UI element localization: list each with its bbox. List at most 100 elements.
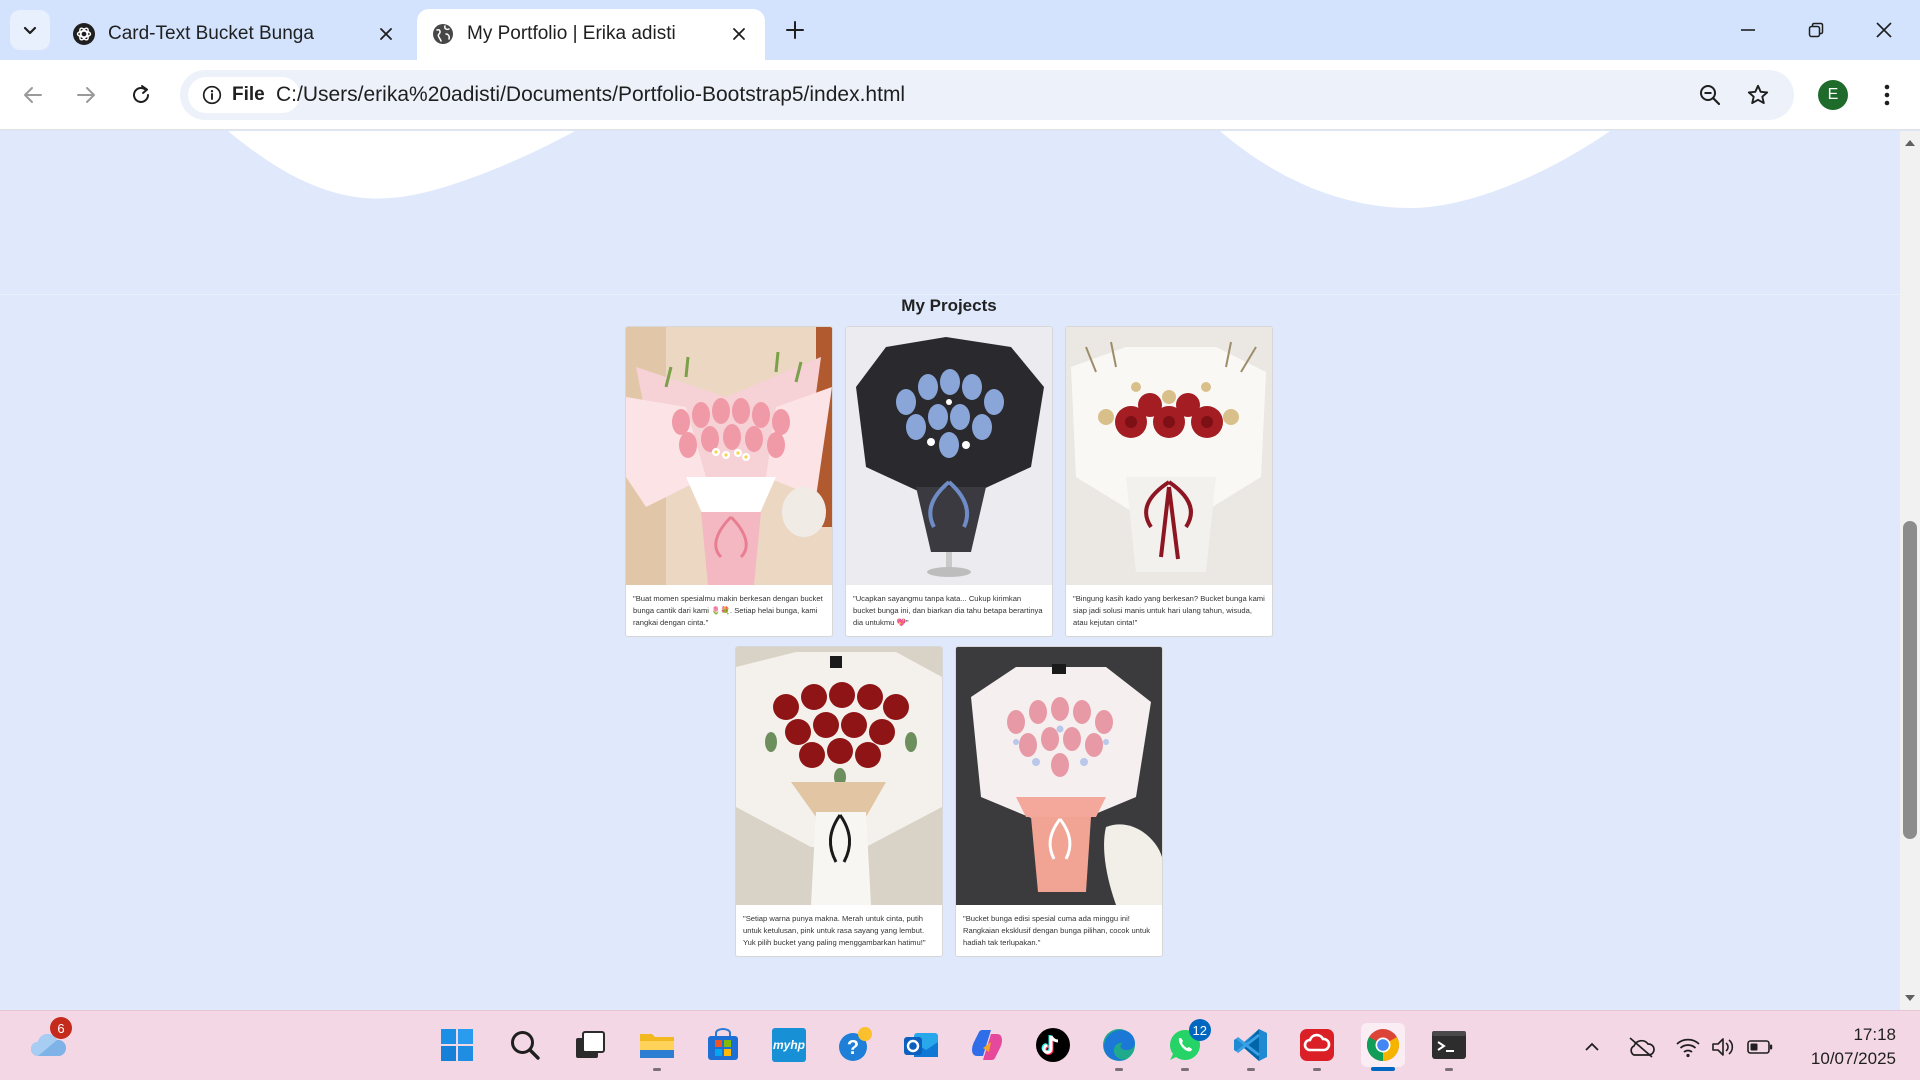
whatsapp-button[interactable]: 12 [1163,1019,1211,1071]
outlook-button[interactable] [899,1023,943,1067]
whatsapp-badge: 12 [1188,1019,1211,1041]
page-viewport: My Projects "Buat momen spesialmu makin … [0,131,1900,1010]
copilot-icon [972,1030,1002,1060]
project-card[interactable]: "Setiap warna punya makna. Merah untuk c… [735,646,943,957]
project-caption: "Buat momen spesialmu makin berkesan den… [633,594,823,627]
project-image-red-roses-cream [736,647,942,905]
myhp-button[interactable]: myhp [767,1023,811,1067]
project-caption: "Setiap warna punya makna. Merah untuk c… [743,914,926,947]
copilot-button[interactable] [965,1023,1009,1067]
reload-icon [133,85,149,103]
wifi-icon [1676,1038,1700,1058]
svg-text:?: ? [847,1037,859,1059]
chrome-button[interactable] [1361,1023,1405,1071]
project-card[interactable]: "Bingung kasih kado yang berkesan? Bucke… [1065,326,1273,637]
openai-icon [73,23,95,45]
site-info-label: File [232,84,265,105]
project-image-blue-tulips [846,327,1052,585]
section-divider [0,294,1900,295]
bookmark-button[interactable] [1742,79,1774,111]
address-bar[interactable]: File C:/Users/erika%20adisti/Documents/P… [180,70,1794,120]
chevron-down-icon [23,26,37,35]
running-indicator [1181,1068,1189,1071]
tab-strip: Card-Text Bucket Bunga My Portfolio | Er… [0,0,1920,60]
show-hidden-icons-button[interactable] [1578,1033,1606,1061]
profile-avatar[interactable]: E [1818,80,1848,110]
section-title: My Projects [901,296,997,315]
task-view-button[interactable] [568,1023,612,1067]
volume-button[interactable] [1710,1033,1738,1061]
forward-button[interactable] [64,73,108,117]
url-text[interactable]: C:/Users/erika%20adisti/Documents/Portfo… [276,83,905,107]
task-view-icon [576,1031,605,1058]
project-card[interactable]: "Ucapkan sayangmu tanpa kata... Cukup ki… [845,326,1053,637]
close-tab-button[interactable] [727,22,751,46]
cloud-offline-icon [1629,1037,1655,1058]
start-button[interactable] [435,1023,479,1067]
project-image-pink-tulips-dark [956,647,1162,905]
creative-cloud-icon [1300,1029,1334,1061]
myhp-icon: myhp [772,1028,806,1062]
project-card[interactable]: "Buat momen spesialmu makin berkesan den… [625,326,833,637]
close-icon [380,28,392,40]
battery-button[interactable] [1746,1033,1774,1061]
tab-search-button[interactable] [10,10,50,50]
onedrive-button[interactable] [1627,1033,1655,1061]
chrome-icon [1366,1029,1400,1061]
new-tab-button[interactable] [780,15,810,45]
scroll-down-icon[interactable] [1904,992,1916,1004]
restore-icon [1808,22,1824,38]
page-scrollbar[interactable] [1900,131,1920,1010]
terminal-button[interactable] [1427,1023,1471,1071]
help-icon: ? [839,1027,872,1061]
close-icon [1876,22,1892,38]
weather-badge: 6 [50,1017,72,1039]
windows-taskbar: 6 myhp ? 12 17:18 10/07/2025 [0,1010,1920,1080]
back-button[interactable] [11,73,55,117]
creative-cloud-button[interactable] [1295,1023,1339,1071]
weather-widget[interactable]: 6 [26,1017,72,1067]
reload-button[interactable] [119,73,163,117]
minimize-icon [1741,29,1755,31]
running-indicator [1247,1068,1255,1071]
clock-time: 17:18 [1853,1025,1896,1044]
volume-icon [1712,1038,1734,1056]
more-vertical-icon [1884,84,1890,106]
vscode-icon [1234,1029,1267,1061]
tab-my-portfolio[interactable]: My Portfolio | Erika adisti [417,9,765,60]
project-card[interactable]: "Bucket bunga edisi spesial cuma ada min… [955,646,1163,957]
taskbar-search-button[interactable] [503,1023,547,1067]
tiktok-button[interactable] [1031,1023,1075,1067]
minimize-button[interactable] [1726,8,1770,52]
close-icon [733,28,745,40]
start-icon [441,1029,473,1061]
tab-card-text-bucket-bunga[interactable]: Card-Text Bucket Bunga [58,9,412,60]
scrollbar-thumb[interactable] [1903,521,1917,839]
search-icon [511,1031,540,1060]
close-window-button[interactable] [1862,8,1906,52]
edge-button[interactable] [1097,1023,1141,1071]
file-explorer-button[interactable] [635,1023,679,1071]
running-indicator [1115,1068,1123,1071]
scroll-up-icon[interactable] [1904,137,1916,149]
myhp-label: myhp [772,1038,805,1052]
vscode-button[interactable] [1229,1023,1273,1071]
project-caption: "Bingung kasih kado yang berkesan? Bucke… [1073,594,1265,627]
close-tab-button[interactable] [374,22,398,46]
info-icon [202,85,222,105]
clock[interactable]: 17:18 10/07/2025 [1788,1023,1896,1071]
zoom-button[interactable] [1694,79,1726,111]
battery-icon [1747,1040,1773,1054]
browser-menu-button[interactable] [1872,78,1902,112]
active-indicator [1371,1067,1395,1071]
project-caption: "Ucapkan sayangmu tanpa kata... Cukup ki… [853,594,1043,627]
network-button[interactable] [1674,1033,1702,1061]
chevron-up-icon [1585,1042,1599,1051]
restore-button[interactable] [1794,8,1838,52]
arrow-right-icon [77,87,95,103]
get-help-button[interactable]: ? [833,1023,877,1067]
project-caption: "Bucket bunga edisi spesial cuma ada min… [963,914,1151,947]
running-indicator [1313,1068,1321,1071]
microsoft-store-button[interactable] [701,1023,745,1067]
clock-date: 10/07/2025 [1810,1049,1896,1068]
